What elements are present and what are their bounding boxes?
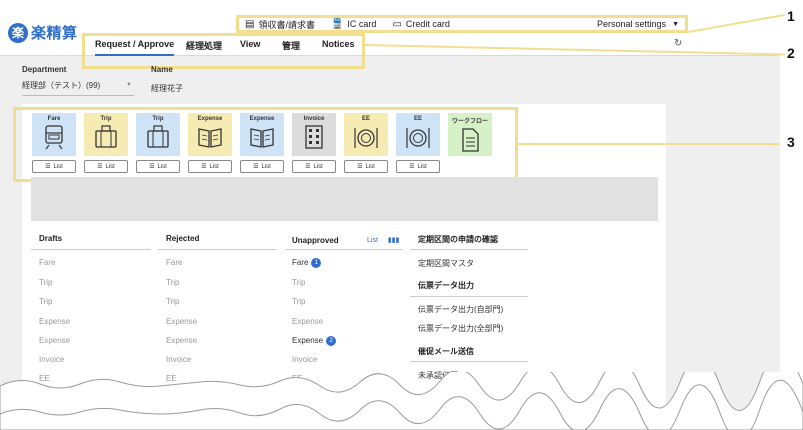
unapproved-item[interactable]: Expense [292, 317, 323, 326]
tab-request-approve[interactable]: Request / Approve [95, 39, 175, 56]
personal-settings-label: Personal settings [597, 19, 667, 29]
divider [285, 249, 403, 250]
credit-card-icon: ▭ [392, 18, 402, 30]
commuter-master-link[interactable]: 定期区間マスタ [418, 258, 474, 269]
credit-card-link[interactable]: ▭ Credit card [392, 19, 449, 30]
app-window: 楽 楽精算 ▤ 領収書/請求書 🚆 IC card ▭ Credit card … [0, 0, 780, 430]
rejected-item[interactable]: Expense [166, 336, 197, 345]
refresh-icon[interactable]: ↻ [674, 38, 682, 49]
name-label: Name [151, 65, 173, 74]
drafts-item[interactable]: Expense [39, 336, 70, 345]
annotation-number-3: 3 [787, 134, 795, 150]
drafts-item[interactable]: Trip [39, 297, 52, 306]
unapproved-list-link[interactable]: List ▮▮▮ [367, 236, 399, 244]
count-badge: 1 [311, 258, 322, 268]
drafts-item[interactable]: Trip [39, 278, 52, 287]
rejected-item[interactable]: Trip [166, 297, 179, 306]
chevron-down-icon: ▼ [126, 82, 132, 88]
voucher-export-own-link[interactable]: 伝票データ出力(自部門) [418, 304, 503, 315]
tile-group-highlight [13, 107, 518, 182]
divider [158, 249, 276, 250]
divider [410, 249, 528, 250]
drafts-item[interactable]: Expense [39, 317, 70, 326]
info-banner [31, 177, 658, 221]
unapproved-item-label: Fare [292, 258, 309, 268]
drafts-item[interactable]: Fare [39, 258, 55, 267]
divider [410, 361, 528, 362]
tab-admin[interactable]: 管理 [282, 39, 300, 52]
unapproved-title: Unapproved [292, 236, 339, 245]
utility-bar: ▤ 領収書/請求書 🚆 IC card ▭ Credit card Person… [236, 15, 688, 33]
chevron-down-icon: ▼ [672, 20, 679, 28]
department-value: 経理部（テスト）(99) [22, 81, 101, 90]
rejected-item[interactable]: Trip [166, 278, 179, 287]
voucher-export-title: 伝票データ出力 [418, 281, 474, 290]
receipt-icon: ▤ [245, 18, 255, 30]
unapproved-item-fare[interactable]: Fare 1 [292, 258, 322, 268]
barcode-icon: ▮▮▮ [387, 237, 400, 244]
drafts-item[interactable]: Invoice [39, 355, 64, 364]
train-card-icon: 🚆 [330, 18, 344, 30]
receipts-label: 領収書/請求書 [258, 19, 315, 30]
unapproved-item[interactable]: Invoice [292, 355, 317, 364]
unapproved-item-label: Expense [292, 336, 324, 346]
logo-icon: 楽 [8, 22, 28, 43]
torn-edge [0, 372, 803, 430]
department-select[interactable]: 経理部（テスト）(99) ▼ [22, 80, 134, 96]
department-label: Department [22, 65, 67, 74]
rejected-item[interactable]: Fare [166, 258, 182, 267]
annotation-number-2: 2 [787, 45, 795, 61]
divider [31, 249, 151, 250]
ic-card-link[interactable]: 🚆 IC card [331, 19, 376, 30]
main-tabs: Request / Approve 経理処理 View 管理 Notices [82, 33, 365, 69]
list-link-label: List [367, 237, 378, 244]
unapproved-item[interactable]: Trip [292, 297, 305, 306]
header: 楽 楽精算 ▤ 領収書/請求書 🚆 IC card ▭ Credit card … [0, 0, 780, 69]
annotation-number-1: 1 [787, 8, 795, 24]
personal-settings-menu[interactable]: Personal settings ▼ [597, 19, 679, 29]
divider [410, 296, 528, 297]
voucher-export-all-link[interactable]: 伝票データ出力(全部門) [418, 323, 503, 334]
count-badge: 2 [326, 336, 337, 346]
commuter-section-title: 定期区間の申請の確認 [418, 235, 498, 244]
app-logo[interactable]: 楽 楽精算 [8, 22, 78, 43]
drafts-title: Drafts [39, 234, 63, 243]
rejected-title: Rejected [166, 234, 200, 243]
credit-card-label: Credit card [405, 19, 450, 29]
reminder-mail-title: 催促メール送信 [418, 347, 474, 356]
tab-notices[interactable]: Notices [322, 39, 355, 49]
tab-accounting[interactable]: 経理処理 [186, 39, 222, 52]
logo-text: 楽精算 [31, 25, 78, 42]
receipts-link[interactable]: ▤ 領収書/請求書 [245, 18, 315, 31]
tab-view[interactable]: View [240, 39, 260, 49]
ic-card-label: IC card [347, 19, 377, 29]
name-value: 経理花子 [151, 84, 183, 93]
unapproved-item-expense[interactable]: Expense 2 [292, 336, 337, 346]
rejected-item[interactable]: Expense [166, 317, 197, 326]
annotation-line-3 [518, 143, 780, 145]
rejected-item[interactable]: Invoice [166, 355, 191, 364]
unapproved-item[interactable]: Trip [292, 278, 305, 287]
